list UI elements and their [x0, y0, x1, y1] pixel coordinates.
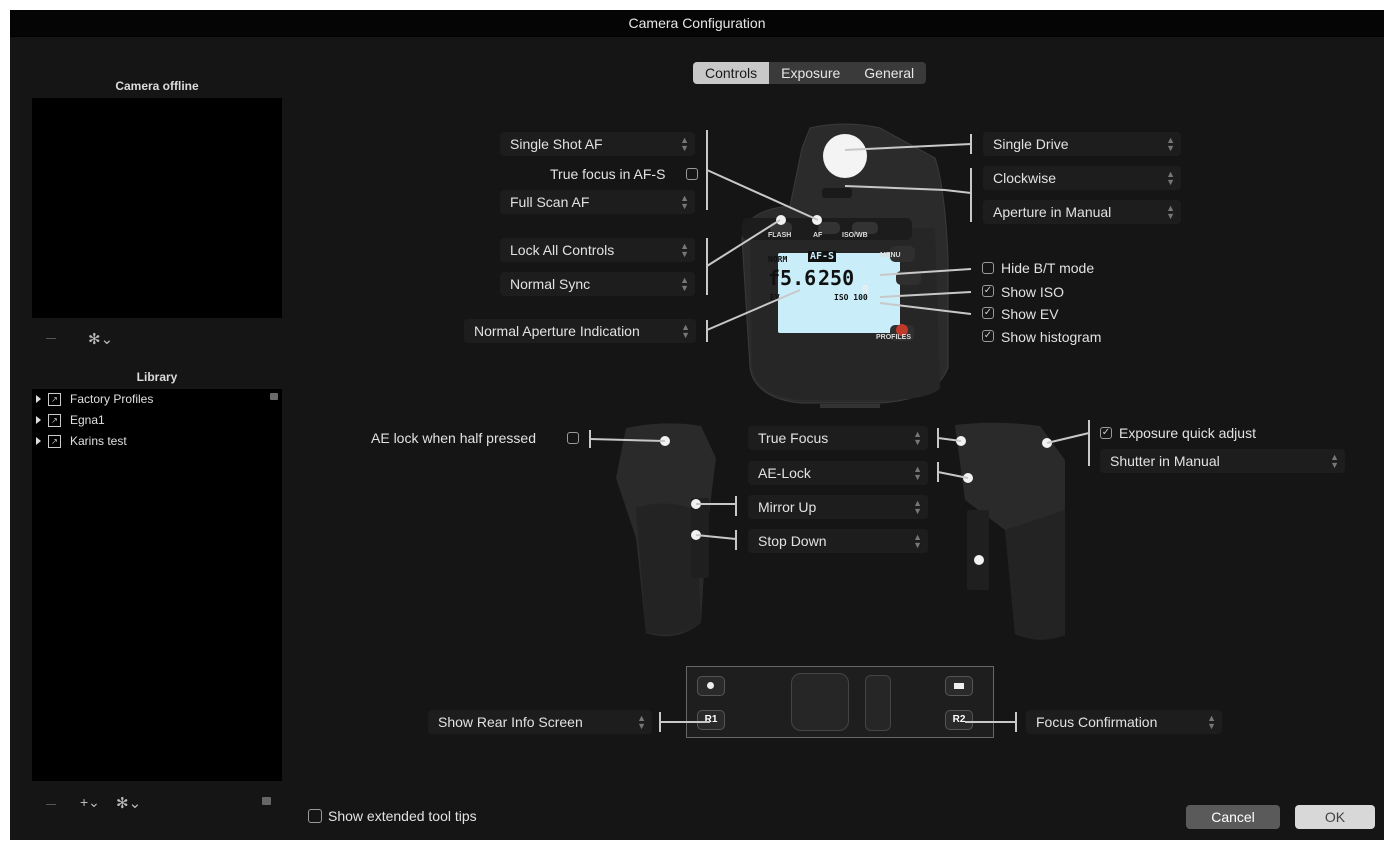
camera-configuration-window: Camera Configuration Camera offline ✻⌄ L…: [10, 10, 1384, 840]
extended-tooltips-label: Show extended tool tips: [328, 808, 477, 824]
rear-leader-lines: [659, 712, 1017, 732]
cancel-button[interactable]: Cancel: [1186, 805, 1280, 829]
ok-button[interactable]: OK: [1295, 805, 1375, 829]
extended-tooltips-checkbox[interactable]: [308, 809, 322, 823]
